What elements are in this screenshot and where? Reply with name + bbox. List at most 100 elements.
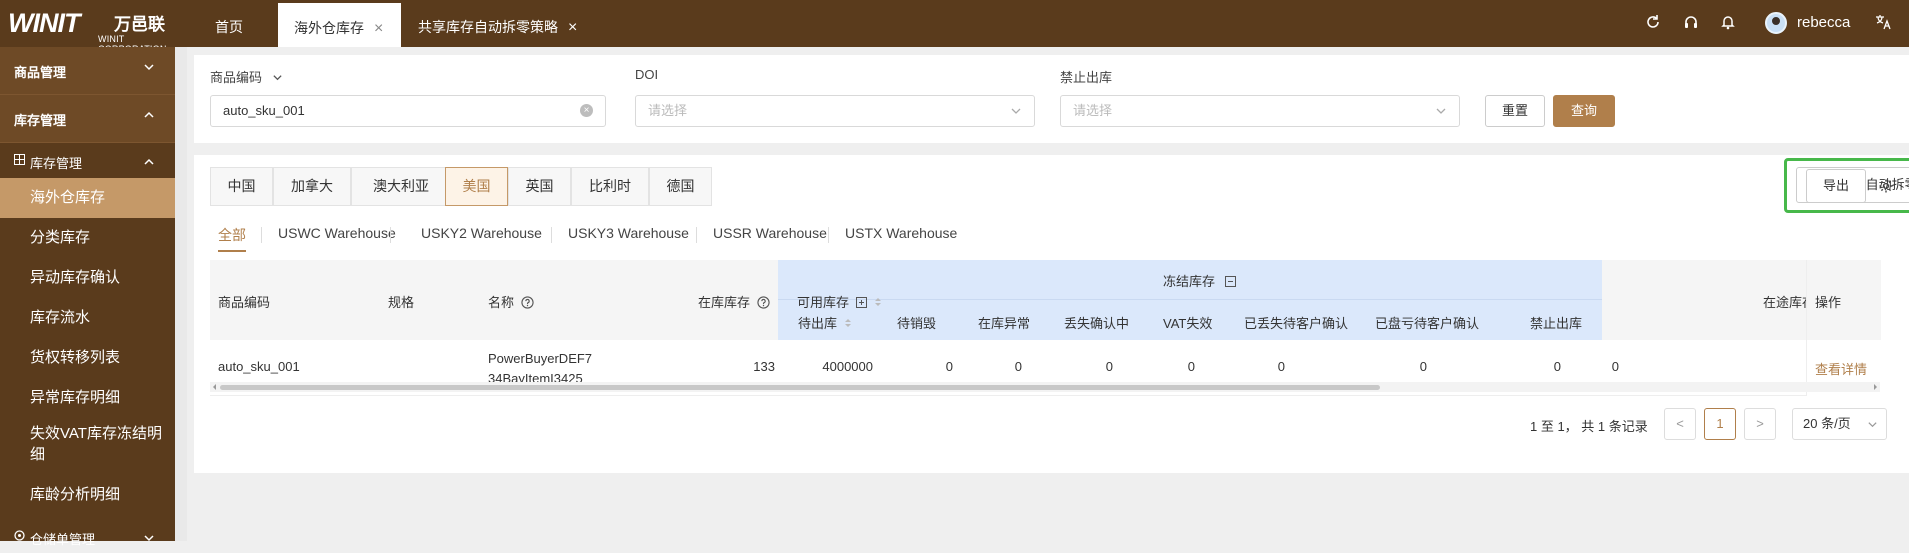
chevron-down-icon bbox=[144, 64, 154, 71]
sidebar: 商品管理 库存管理 库存管理 海外仓库存 分类库存 异动库存确认 库存流水 货权… bbox=[0, 47, 175, 547]
sidebar-subgroup-warehouse-order[interactable]: 仓储单管理 bbox=[0, 523, 175, 553]
warehouse-tab-uswc[interactable]: USWC Warehouse bbox=[278, 225, 396, 241]
sidebar-item-overseas-stock[interactable]: 海外仓库存 bbox=[0, 178, 175, 218]
warehouse-tab-usky2[interactable]: USKY2 Warehouse bbox=[421, 225, 542, 241]
sidebar-subgroup-inventory[interactable]: 库存管理 bbox=[0, 147, 175, 177]
col-in-stock: 在库库存 bbox=[698, 292, 770, 311]
sidebar-item-stock-flow[interactable]: 库存流水 bbox=[0, 298, 175, 338]
collapse-icon[interactable] bbox=[1224, 276, 1236, 287]
doi-label: DOI bbox=[635, 67, 659, 82]
chevron-down-icon bbox=[1868, 422, 1877, 428]
reset-button[interactable]: 重置 bbox=[1485, 95, 1545, 127]
warehouse-tab-ussr[interactable]: USSR Warehouse bbox=[713, 225, 827, 241]
clear-icon[interactable]: × bbox=[580, 104, 593, 117]
tab-overseas-stock[interactable]: 海外仓库存 × bbox=[278, 0, 401, 47]
country-tab-au[interactable]: 澳大利亚 bbox=[351, 167, 451, 206]
warehouse-tab-ustx[interactable]: USTX Warehouse bbox=[845, 225, 957, 241]
frozen-header[interactable]: 冻结库存 bbox=[1163, 271, 1236, 290]
horizontal-scrollbar[interactable] bbox=[210, 382, 1880, 392]
col-ops: 操作 bbox=[1815, 295, 1842, 310]
warehouse-tab-usky3[interactable]: USKY3 Warehouse bbox=[568, 225, 689, 241]
col-available: 可用库存 bbox=[797, 292, 882, 311]
settings-gear-icon[interactable] bbox=[1878, 178, 1894, 194]
close-icon[interactable]: × bbox=[568, 19, 577, 36]
top-bar: WINIT 万邑联 WINIT CORPORATION 首页 海外仓库存 × 共享… bbox=[0, 0, 1909, 54]
divider bbox=[261, 227, 262, 243]
export-button[interactable]: 导出 bbox=[1806, 169, 1866, 203]
refresh-icon[interactable] bbox=[1644, 14, 1662, 32]
scrollbar-thumb[interactable] bbox=[220, 385, 1380, 390]
sidebar-gutter bbox=[175, 47, 187, 541]
tab-overseas-stock-label: 海外仓库存 bbox=[294, 20, 364, 36]
page-background bbox=[187, 473, 1909, 541]
country-tab-us[interactable]: 美国 bbox=[445, 167, 508, 206]
sidebar-group-inventory[interactable]: 库存管理 bbox=[0, 95, 175, 143]
cell-lost-confirming: 0 bbox=[1187, 359, 1195, 374]
sidebar-subgroup-label: 仓储单管理 bbox=[30, 532, 96, 547]
bell-icon[interactable] bbox=[1719, 14, 1737, 32]
warehouse-tab-all[interactable]: 全部 bbox=[218, 225, 246, 245]
col-lost-confirming: 丢失确认中 bbox=[1064, 316, 1130, 331]
prev-page-button[interactable]: < bbox=[1664, 408, 1696, 440]
logo: WINIT 万邑联 WINIT CORPORATION bbox=[4, 4, 179, 54]
country-tab-uk[interactable]: 英国 bbox=[508, 167, 571, 206]
ban-outbound-label: 禁止出库 bbox=[1060, 70, 1113, 85]
gear-icon bbox=[14, 530, 25, 541]
scroll-left-icon[interactable] bbox=[212, 384, 218, 390]
help-icon[interactable] bbox=[521, 296, 534, 309]
headset-icon[interactable] bbox=[1682, 14, 1700, 32]
ban-outbound-select[interactable]: 请选择 bbox=[1060, 95, 1460, 127]
divider bbox=[828, 227, 829, 243]
query-button[interactable]: 查询 bbox=[1553, 95, 1615, 127]
col-sku: 商品编码 bbox=[218, 295, 271, 310]
table-header: 冻结库存 待出库 待销毁 在库异常 丢失确认中 VAT失效 已丢失待客户确认 已… bbox=[210, 260, 1880, 340]
username[interactable]: rebecca bbox=[1797, 14, 1850, 31]
cell-lost-pending-customer: 0 bbox=[1419, 359, 1427, 374]
tab-home[interactable]: 首页 bbox=[215, 0, 275, 47]
scroll-right-icon[interactable] bbox=[1872, 384, 1878, 390]
expand-icon[interactable] bbox=[855, 297, 867, 308]
doi-placeholder: 请选择 bbox=[648, 103, 688, 118]
cell-name-line1: PowerBuyerDEF7 bbox=[488, 351, 593, 366]
col-name: 名称 bbox=[488, 292, 534, 311]
sku-filter-label-text: 商品编码 bbox=[210, 70, 263, 85]
tab-home-label: 首页 bbox=[215, 19, 243, 35]
sidebar-item-category-stock[interactable]: 分类库存 bbox=[0, 218, 175, 258]
col-stock-abnormal: 在库异常 bbox=[978, 316, 1031, 331]
country-tab-ca[interactable]: 加拿大 bbox=[273, 167, 351, 206]
col-lost-pending-customer: 已丢失待客户确认 bbox=[1244, 316, 1349, 331]
close-icon[interactable]: × bbox=[374, 20, 383, 37]
tab-share-strategy[interactable]: 共享库存自动拆零策略 × bbox=[418, 0, 598, 47]
col-spec: 规格 bbox=[388, 295, 415, 310]
col-pending-out[interactable]: 待出库 bbox=[798, 313, 852, 332]
sidebar-item-stock-age[interactable]: 库龄分析明细 bbox=[0, 475, 175, 515]
col-loss-pending-customer: 已盘亏待客户确认 bbox=[1375, 316, 1480, 331]
sidebar-item-ownership-transfer[interactable]: 货权转移列表 bbox=[0, 338, 175, 378]
avatar[interactable] bbox=[1765, 12, 1787, 34]
sort-icon[interactable] bbox=[874, 296, 882, 308]
doi-select[interactable]: 请选择 bbox=[635, 95, 1035, 127]
page-size-select[interactable]: 20 条/页 bbox=[1792, 408, 1887, 440]
view-detail-link[interactable]: 查看详情 bbox=[1815, 359, 1867, 378]
sidebar-item-vat-frozen[interactable]: 失效VAT库存冻结明细 bbox=[0, 423, 175, 469]
sidebar-group-product[interactable]: 商品管理 bbox=[0, 47, 175, 95]
sidebar-item-abnormal-stock[interactable]: 异常库存明细 bbox=[0, 378, 175, 418]
page-1-button[interactable]: 1 bbox=[1704, 408, 1736, 440]
country-tab-cn[interactable]: 中国 bbox=[210, 167, 273, 206]
col-available-label: 可用库存 bbox=[797, 295, 850, 310]
sku-filter-label[interactable]: 商品编码 bbox=[210, 67, 283, 86]
translate-icon[interactable] bbox=[1874, 14, 1892, 32]
sidebar-item-stock-change-confirm[interactable]: 异动库存确认 bbox=[0, 258, 175, 298]
country-tab-be[interactable]: 比利时 bbox=[571, 167, 649, 206]
filter-panel: 商品编码 auto_sku_001 × DOI 请选择 禁止出库 请选择 重置 … bbox=[194, 55, 1909, 143]
col-name-label: 名称 bbox=[488, 295, 515, 310]
country-tab-de[interactable]: 德国 bbox=[649, 167, 712, 206]
sku-input[interactable]: auto_sku_001 × bbox=[210, 95, 606, 127]
sort-icon[interactable] bbox=[844, 317, 852, 329]
chevron-down-icon bbox=[1011, 108, 1021, 114]
next-page-button[interactable]: > bbox=[1744, 408, 1776, 440]
help-icon[interactable] bbox=[757, 296, 770, 309]
sku-input-value: auto_sku_001 bbox=[223, 103, 305, 118]
divider bbox=[551, 227, 552, 243]
divider bbox=[696, 227, 697, 243]
